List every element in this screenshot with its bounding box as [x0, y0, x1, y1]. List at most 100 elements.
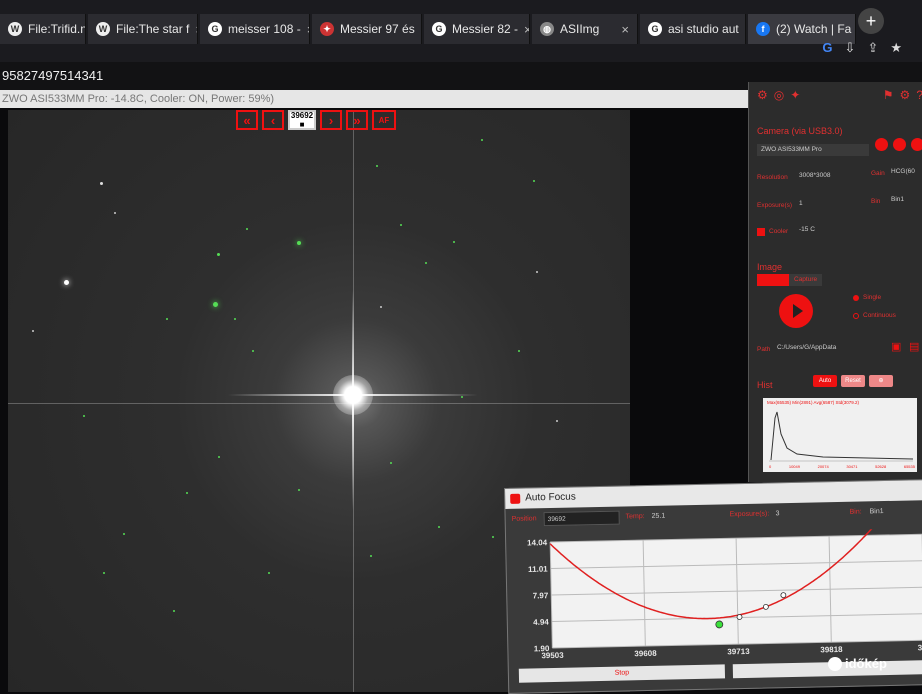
hist-reset-button[interactable]: Reset	[841, 375, 865, 387]
browser-tab-label: asi studio aut	[668, 22, 739, 36]
star-point	[234, 318, 236, 320]
chart-y-tick-label: 11.01	[528, 565, 548, 574]
install-icon[interactable]: ⇩	[845, 40, 856, 56]
site-icon: ✦	[320, 22, 334, 36]
camera-select[interactable]: ZWO ASI533MM Pro	[757, 144, 869, 156]
close-tab-icon[interactable]: ×	[415, 22, 422, 37]
cooler-label: Cooler	[769, 228, 789, 235]
camera-options-button[interactable]	[911, 138, 922, 151]
last-frame-button[interactable]: »	[346, 110, 368, 130]
star-point	[492, 536, 494, 538]
browser-tab[interactable]: Gmeisser 108 -×	[200, 14, 310, 44]
browser-tab[interactable]: ✦ Messier 97 és×	[312, 14, 422, 44]
path-label: Path	[757, 346, 771, 353]
tab-capture[interactable]: Capture	[789, 274, 823, 286]
hist-tick-label: 10049	[788, 464, 800, 469]
star-point	[438, 526, 440, 528]
close-tab-icon[interactable]: ×	[851, 22, 855, 37]
star-point	[246, 228, 248, 230]
hist-zoom-button[interactable]: ⊕	[869, 375, 893, 387]
path-input[interactable]: C:/Users/G/AppData	[777, 344, 836, 351]
google-icon: G	[648, 22, 662, 36]
resolution-select[interactable]: 3008*3008	[799, 172, 830, 179]
browser-tab[interactable]: G Messier 82 -×	[424, 14, 530, 44]
hist-section-title: Hist	[757, 380, 773, 390]
cooler-checkbox[interactable]	[757, 228, 765, 236]
gain-select[interactable]: HCG(60	[891, 168, 915, 175]
next-frame-button[interactable]: ›	[320, 110, 342, 130]
star-point	[518, 350, 520, 352]
star-point	[114, 212, 116, 214]
browser-tab-strip: WFile:Trifid.neb×WFile:The star f×Gmeiss…	[0, 0, 922, 62]
bright-star	[333, 375, 373, 415]
bin-label: Bin	[871, 198, 881, 205]
star-point	[533, 180, 535, 182]
shirt-icon[interactable]: ⚑	[883, 88, 894, 102]
close-tab-icon[interactable]: ×	[518, 22, 529, 37]
browser-tab-label: File:Trifid.neb	[28, 22, 86, 36]
google-icon[interactable]: G	[822, 40, 832, 56]
af-bin-select[interactable]: Bin1	[870, 508, 884, 515]
google-icon: G	[208, 22, 222, 36]
browser-tab[interactable]: WFile:Trifid.neb×	[0, 14, 86, 44]
bookmark-star-icon[interactable]: ★	[890, 40, 902, 56]
gear-icon[interactable]: ⚙	[900, 88, 911, 102]
cooler-temperature-input[interactable]: -15 C	[799, 226, 815, 233]
first-frame-button[interactable]: «	[236, 110, 258, 130]
new-tab-button[interactable]: +	[858, 8, 884, 34]
close-tab-icon[interactable]: ×	[615, 22, 629, 37]
star-point	[481, 139, 483, 141]
hist-tick-label: 52628	[875, 464, 887, 469]
open-folder-icon[interactable]: ▣	[891, 340, 901, 353]
star-point	[297, 241, 301, 245]
autofocus-stop-button[interactable]: Stop	[518, 664, 726, 683]
camera-connect-button[interactable]	[875, 138, 888, 151]
camera-disconnect-button[interactable]	[893, 138, 906, 151]
hist-ticks: 0 10049 20074 30471 52628 65535	[769, 464, 915, 469]
panel-top-icons: ⚙ ◎ ✦	[757, 88, 800, 102]
tab-preview[interactable]	[757, 274, 789, 286]
browser-tab[interactable]: W File:The star f×	[88, 14, 198, 44]
start-capture-button[interactable]	[779, 294, 813, 328]
previous-frame-button[interactable]: ‹	[262, 110, 284, 130]
close-tab-icon[interactable]: ×	[301, 22, 309, 37]
af-exposure-input[interactable]: 3	[776, 510, 780, 517]
autofocus-button[interactable]: AF	[372, 110, 396, 130]
share-icon[interactable]: ⇪	[867, 40, 878, 56]
image-tabs: Capture	[757, 274, 823, 286]
exposure-input[interactable]: 1	[799, 200, 803, 207]
af-exposure-label: Exposure(s):	[729, 510, 770, 519]
continuous-radio[interactable]	[853, 313, 859, 319]
close-tab-icon[interactable]: ×	[189, 22, 197, 37]
panel-right-icons: ⚑ ⚙ ?	[883, 88, 922, 102]
star-point	[217, 253, 220, 256]
help-icon[interactable]: ?	[916, 88, 922, 102]
image-section-title: Image	[757, 262, 783, 272]
autofocus-title: Auto Focus	[525, 491, 576, 504]
position-input[interactable]: 39692	[543, 510, 620, 527]
frame-counter-value: 39692	[290, 111, 314, 120]
exposure-label: Exposure(s)	[757, 202, 793, 209]
run-icon[interactable]: ✦	[790, 88, 800, 102]
resolution-label: Resolution	[757, 174, 788, 181]
single-label: Single	[863, 294, 882, 301]
hist-auto-button[interactable]: Auto	[813, 375, 837, 387]
close-tab-icon[interactable]: ×	[739, 22, 746, 37]
frame-navigation: « ‹ 39692 ■ › » AF	[236, 110, 396, 130]
single-radio[interactable]	[853, 295, 859, 301]
browser-tab[interactable]: ◍ ASIImg ×	[532, 14, 638, 44]
camera-section-title: Camera (via USB3.0)	[757, 126, 843, 136]
star-point	[425, 262, 427, 264]
browser-tab[interactable]: Gasi studio aut×	[640, 14, 746, 44]
position-label: Position	[511, 515, 537, 523]
star-point	[103, 572, 105, 574]
facebook-icon: f	[756, 22, 770, 36]
bin-select[interactable]: Bin1	[891, 196, 904, 203]
star-point	[100, 182, 103, 185]
star-point	[173, 610, 175, 612]
chart-x-tick-label: 39818	[820, 645, 843, 654]
browser-tab-label: meisser 108 -	[228, 22, 301, 36]
focus-icon[interactable]: ◎	[774, 88, 784, 102]
camera-settings-icon[interactable]: ⚙	[757, 88, 768, 102]
folder-icon[interactable]: ▤	[909, 340, 919, 353]
